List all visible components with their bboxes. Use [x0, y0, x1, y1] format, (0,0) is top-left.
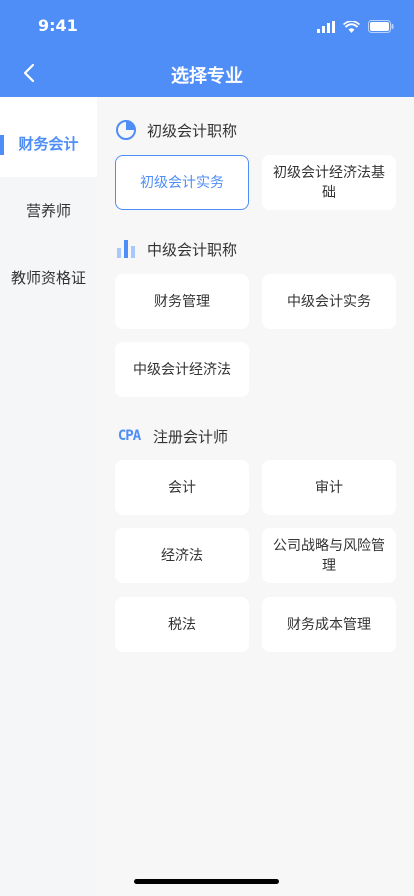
- home-indicator: [134, 879, 279, 884]
- sidebar-item-label: 营养师: [25, 202, 71, 220]
- major-card-label: 财务管理: [154, 293, 210, 310]
- sidebar-item-label: 教师资格证: [10, 269, 86, 287]
- status-time: 9:41: [38, 16, 78, 35]
- battery-icon: [368, 18, 394, 37]
- major-card-label: 财务成本管理: [287, 616, 371, 633]
- page-title: 选择专业: [171, 66, 243, 87]
- header: 9:41 选择专业: [0, 0, 414, 97]
- major-card-label: 会计: [168, 479, 196, 496]
- major-card[interactable]: 会计: [115, 460, 249, 515]
- sidebar-item-teacher-cert[interactable]: 教师资格证: [0, 244, 97, 311]
- section-header-intermediate: 中级会计职称: [115, 238, 237, 260]
- cpa-icon-text: CPA: [117, 428, 141, 444]
- major-card-label: 税法: [168, 616, 196, 633]
- major-card-label: 中级会计经济法: [133, 361, 231, 378]
- major-card[interactable]: 公司战略与风险管理: [262, 528, 396, 583]
- nav-bar: 选择专业: [0, 50, 414, 97]
- section-title: 初级会计职称: [147, 121, 238, 140]
- major-card-label: 公司战略与风险管理: [273, 537, 385, 574]
- sidebar: 财务会计 营养师 教师资格证: [0, 97, 97, 896]
- major-card[interactable]: 财务成本管理: [262, 597, 396, 652]
- status-bar: 9:41: [0, 0, 414, 50]
- major-card[interactable]: 中级会计经济法: [115, 342, 249, 397]
- wifi-icon: [342, 18, 361, 37]
- cpa-icon: CPA: [115, 425, 143, 447]
- major-card[interactable]: 初级会计经济法基础: [262, 155, 396, 210]
- major-card-label: 初级会计实务: [140, 174, 224, 191]
- signal-icon: [317, 18, 335, 37]
- major-card-label: 审计: [315, 479, 343, 496]
- section-header-cpa: CPA 注册会计师: [115, 425, 228, 447]
- bar-chart-icon: [115, 238, 137, 260]
- sidebar-item-nutritionist[interactable]: 营养师: [0, 177, 97, 244]
- major-card-label: 中级会计实务: [287, 293, 371, 310]
- major-card[interactable]: 经济法: [115, 528, 249, 583]
- sidebar-item-finance-accounting[interactable]: 财务会计: [0, 97, 97, 177]
- major-card-label: 初级会计经济法基础: [273, 164, 385, 201]
- major-card-label: 经济法: [161, 547, 203, 564]
- major-card[interactable]: 财务管理: [115, 274, 249, 329]
- pie-chart-icon: [115, 119, 137, 141]
- section-title: 注册会计师: [153, 427, 229, 446]
- major-card[interactable]: 初级会计实务: [115, 155, 249, 210]
- section-header-junior: 初级会计职称: [115, 119, 237, 141]
- major-list: 初级会计职称 初级会计实务 初级会计经济法基础 中级会计职称 财务管理 中级会计…: [97, 97, 414, 896]
- major-card[interactable]: 审计: [262, 460, 396, 515]
- major-card[interactable]: 税法: [115, 597, 249, 652]
- status-icons: [317, 18, 394, 37]
- major-card[interactable]: 中级会计实务: [262, 274, 396, 329]
- section-title: 中级会计职称: [147, 240, 238, 259]
- sidebar-item-label: 财务会计: [18, 134, 79, 153]
